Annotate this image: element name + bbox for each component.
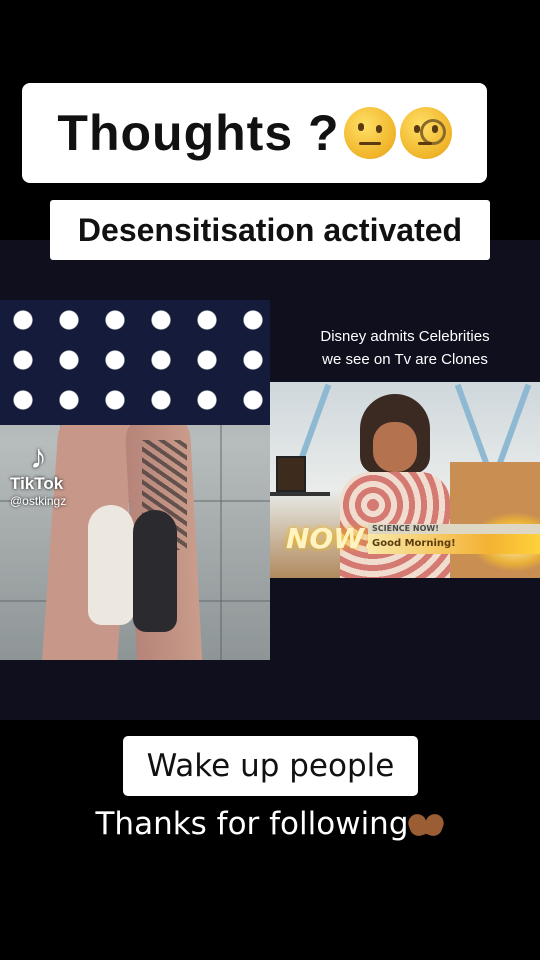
subtitle-text: Desensitisation activated bbox=[77, 211, 463, 248]
left-video-frame: ♪ TikTok @ostkingz bbox=[0, 300, 270, 660]
lower-third-label: SCIENCE NOW! bbox=[368, 524, 540, 534]
show-logo: NOW! bbox=[286, 522, 377, 555]
caption-line-2: we see on Tv are Clones bbox=[322, 351, 488, 368]
heart-hands-icon bbox=[409, 814, 445, 836]
tiktok-logo-icon: ♪ bbox=[30, 438, 47, 476]
thanks-text: Thanks for following bbox=[95, 806, 409, 842]
lower-third: SCIENCE NOW! Good Morning! bbox=[368, 524, 540, 554]
white-sneaker bbox=[88, 505, 134, 625]
caption-line-1: Disney admits Celebrities bbox=[320, 328, 490, 345]
tiktok-handle: @ostkingz bbox=[10, 494, 67, 508]
polka-dot-shorts bbox=[0, 300, 270, 425]
photo-frame bbox=[276, 456, 306, 492]
tiktok-watermark: ♪ TikTok @ostkingz bbox=[10, 440, 66, 508]
lower-third-text: Good Morning! bbox=[368, 534, 540, 554]
subtitle-caption: Desensitisation activated bbox=[50, 200, 490, 260]
right-video-frame: NOW! SCIENCE NOW! Good Morning! bbox=[270, 382, 540, 578]
title-caption: Thoughts ? bbox=[22, 83, 487, 183]
right-video-caption: Disney admits Celebrities we see on Tv a… bbox=[270, 325, 540, 371]
title-text: Thoughts ? bbox=[57, 105, 340, 161]
black-sneaker bbox=[133, 510, 177, 632]
face-with-raised-eyebrow-icon bbox=[343, 107, 396, 159]
face-with-monocle-icon bbox=[399, 107, 452, 159]
thanks-caption: Thanks for following bbox=[0, 806, 540, 842]
tiktok-brand: TikTok bbox=[10, 474, 64, 493]
bottom-caption-text: Wake up people bbox=[146, 748, 395, 784]
bottom-caption: Wake up people bbox=[123, 736, 418, 796]
